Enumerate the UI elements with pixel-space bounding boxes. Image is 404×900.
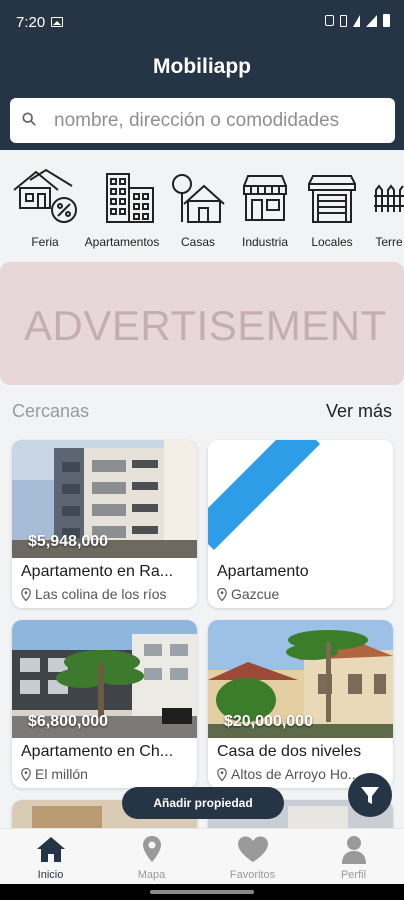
nav-label: Mapa [137, 869, 166, 881]
search-bar[interactable] [10, 98, 395, 143]
status-time: 7:20 [16, 14, 46, 31]
category-locales[interactable]: Locales [307, 166, 357, 249]
nav-favoritos[interactable]: Favoritos [202, 829, 303, 884]
location-pin-icon [21, 587, 31, 601]
feria-ribbon [208, 440, 321, 551]
app-header: 7:20 Mobiliapp [0, 0, 404, 150]
battery-icon [383, 14, 390, 27]
filter-button[interactable] [348, 773, 392, 817]
app-screen: 7:20 Mobiliapp nombre, dirección o comod… [0, 0, 404, 900]
listing-title: Casa de dos niveles [217, 743, 362, 760]
listing-card[interactable]: $5,948,000 Apartamento en Ra... Las coli… [12, 440, 197, 608]
bottom-navigation: Inicio Mapa Favoritos Perfil [0, 828, 404, 884]
category-label: Casas [180, 235, 216, 249]
user-icon [341, 836, 366, 864]
industry-store-icon [243, 175, 287, 221]
listing-location-text: Las colina de los ríos [35, 586, 167, 602]
garage-local-icon [308, 175, 356, 223]
location-pin-icon [21, 767, 31, 781]
category-label: Locales [311, 235, 353, 249]
nav-mapa[interactable]: Mapa [101, 829, 202, 884]
listing-location-text: Gazcue [231, 586, 280, 602]
lock-icon [325, 15, 334, 26]
nav-label: Perfil [340, 869, 367, 881]
listing-location-text: Altos de Arroyo Ho... [231, 766, 360, 782]
nav-label: Favoritos [229, 869, 276, 881]
nav-label: Inicio [37, 869, 64, 881]
listing-photo: Feria [208, 440, 393, 558]
category-list: Feria Apartamentos Casas Industria Local… [0, 166, 404, 256]
gallery-notification-icon [51, 17, 63, 27]
app-title: Mobiliapp [153, 55, 251, 78]
home-gesture-bar[interactable] [150, 890, 254, 894]
map-pin-icon [142, 836, 161, 862]
search-input[interactable] [54, 98, 389, 143]
advertisement-banner[interactable]: ADVERTISEMENT [0, 262, 404, 385]
home-icon [36, 837, 65, 862]
listing-location: Gazcue [217, 586, 389, 602]
listing-card[interactable]: $20,000,000 Casa de dos niveles Altos de… [208, 620, 393, 788]
see-more-link[interactable]: Ver más [326, 401, 392, 422]
nav-perfil[interactable]: Perfil [303, 829, 404, 884]
listing-location: El millón [21, 766, 193, 782]
location-pin-icon [217, 587, 227, 601]
listing-title: Apartamento en Ch... [21, 743, 174, 760]
heart-icon [237, 836, 268, 862]
category-label: Apartamentos [84, 235, 160, 249]
category-terrenos[interactable]: Terre [374, 166, 404, 249]
category-apartamentos[interactable]: Apartamentos [85, 166, 159, 249]
location-pin-icon [217, 767, 227, 781]
advertisement-text: ADVERTISEMENT [24, 302, 387, 349]
listing-title: Apartamento [217, 563, 309, 580]
add-property-button[interactable]: Añadir propiedad [122, 787, 284, 819]
listing-location-text: El millón [35, 766, 88, 782]
fence-land-icon [374, 184, 404, 212]
house-percent-icon [13, 168, 77, 223]
category-label: Terre [375, 235, 403, 249]
category-industria[interactable]: Industria [240, 166, 290, 249]
status-icons [325, 14, 390, 27]
house-tree-icon [172, 174, 225, 223]
nearby-section-title: Cercanas [12, 401, 90, 421]
category-label: Feria [31, 235, 59, 249]
signal-icon [366, 14, 377, 27]
status-bar: 7:20 [0, 0, 404, 44]
search-icon [22, 112, 36, 126]
listing-title: Apartamento en Ra... [21, 563, 174, 580]
vibrate-icon [340, 14, 347, 27]
listing-card[interactable]: $6,800,000 Apartamento en Ch... El milló… [12, 620, 197, 788]
listing-price: $6,800,000 [28, 713, 109, 730]
wifi-icon [353, 14, 360, 27]
apartment-building-icon [106, 173, 154, 223]
listing-price: $5,948,000 [28, 533, 109, 550]
category-casas[interactable]: Casas [170, 166, 226, 249]
listing-card[interactable]: Feria Apartamento Gazcue [208, 440, 393, 608]
category-feria[interactable]: Feria [12, 166, 78, 249]
listing-price: $20,000,000 [224, 713, 313, 730]
nav-inicio[interactable]: Inicio [0, 829, 101, 884]
category-label: Industria [241, 235, 289, 249]
listing-location: Las colina de los ríos [21, 586, 193, 602]
filter-icon [361, 787, 379, 804]
